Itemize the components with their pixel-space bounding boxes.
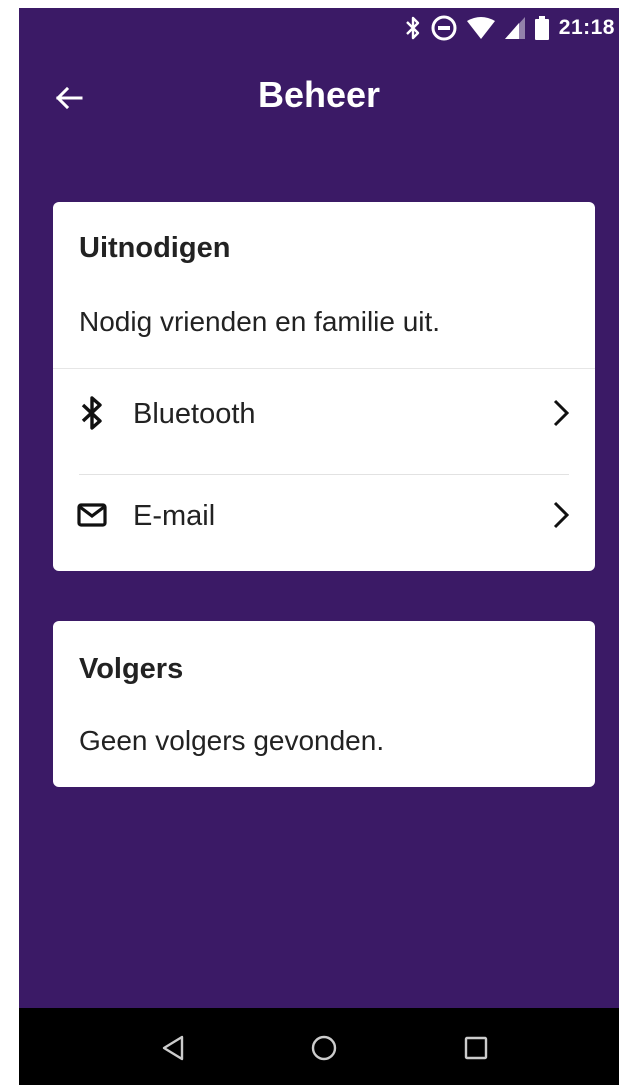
do-not-disturb-icon <box>431 15 457 41</box>
chevron-right-icon <box>551 398 571 428</box>
recents-square-icon <box>464 1036 488 1060</box>
cell-signal-icon <box>504 17 525 39</box>
followers-card: Volgers Geen volgers gevonden. <box>53 621 595 787</box>
home-circle-icon <box>311 1035 337 1061</box>
app-bar: Beheer <box>19 58 619 138</box>
nav-bar <box>19 1008 619 1085</box>
page-title: Beheer <box>257 74 381 115</box>
invite-title: Uitnodigen <box>79 232 231 264</box>
bluetooth-icon <box>405 16 421 40</box>
nav-recents-button[interactable] <box>456 1030 496 1066</box>
bluetooth-icon <box>77 396 107 430</box>
nav-back-button[interactable] <box>153 1030 193 1066</box>
option-label: E-mail <box>133 500 216 532</box>
invite-description: Nodig vrienden en familie uit. <box>79 306 441 337</box>
back-triangle-icon <box>162 1035 184 1061</box>
mail-icon <box>77 498 107 532</box>
screen: 21:18 Beheer Uitnodigen Nodig vrienden e… <box>19 8 619 1085</box>
chevron-right-icon <box>551 500 571 530</box>
status-time: 21:18 <box>558 16 615 39</box>
followers-title: Volgers <box>79 653 184 685</box>
invite-bluetooth-option[interactable]: Bluetooth <box>53 368 595 458</box>
status-bar: 21:18 <box>19 8 619 48</box>
invite-email-option[interactable]: E-mail <box>53 470 595 560</box>
nav-home-button[interactable] <box>304 1030 344 1066</box>
followers-empty-text: Geen volgers gevonden. <box>79 725 385 756</box>
option-label: Bluetooth <box>133 398 256 430</box>
wifi-icon <box>466 17 495 39</box>
battery-icon <box>534 16 549 40</box>
invite-card: Uitnodigen Nodig vrienden en familie uit… <box>53 202 595 571</box>
